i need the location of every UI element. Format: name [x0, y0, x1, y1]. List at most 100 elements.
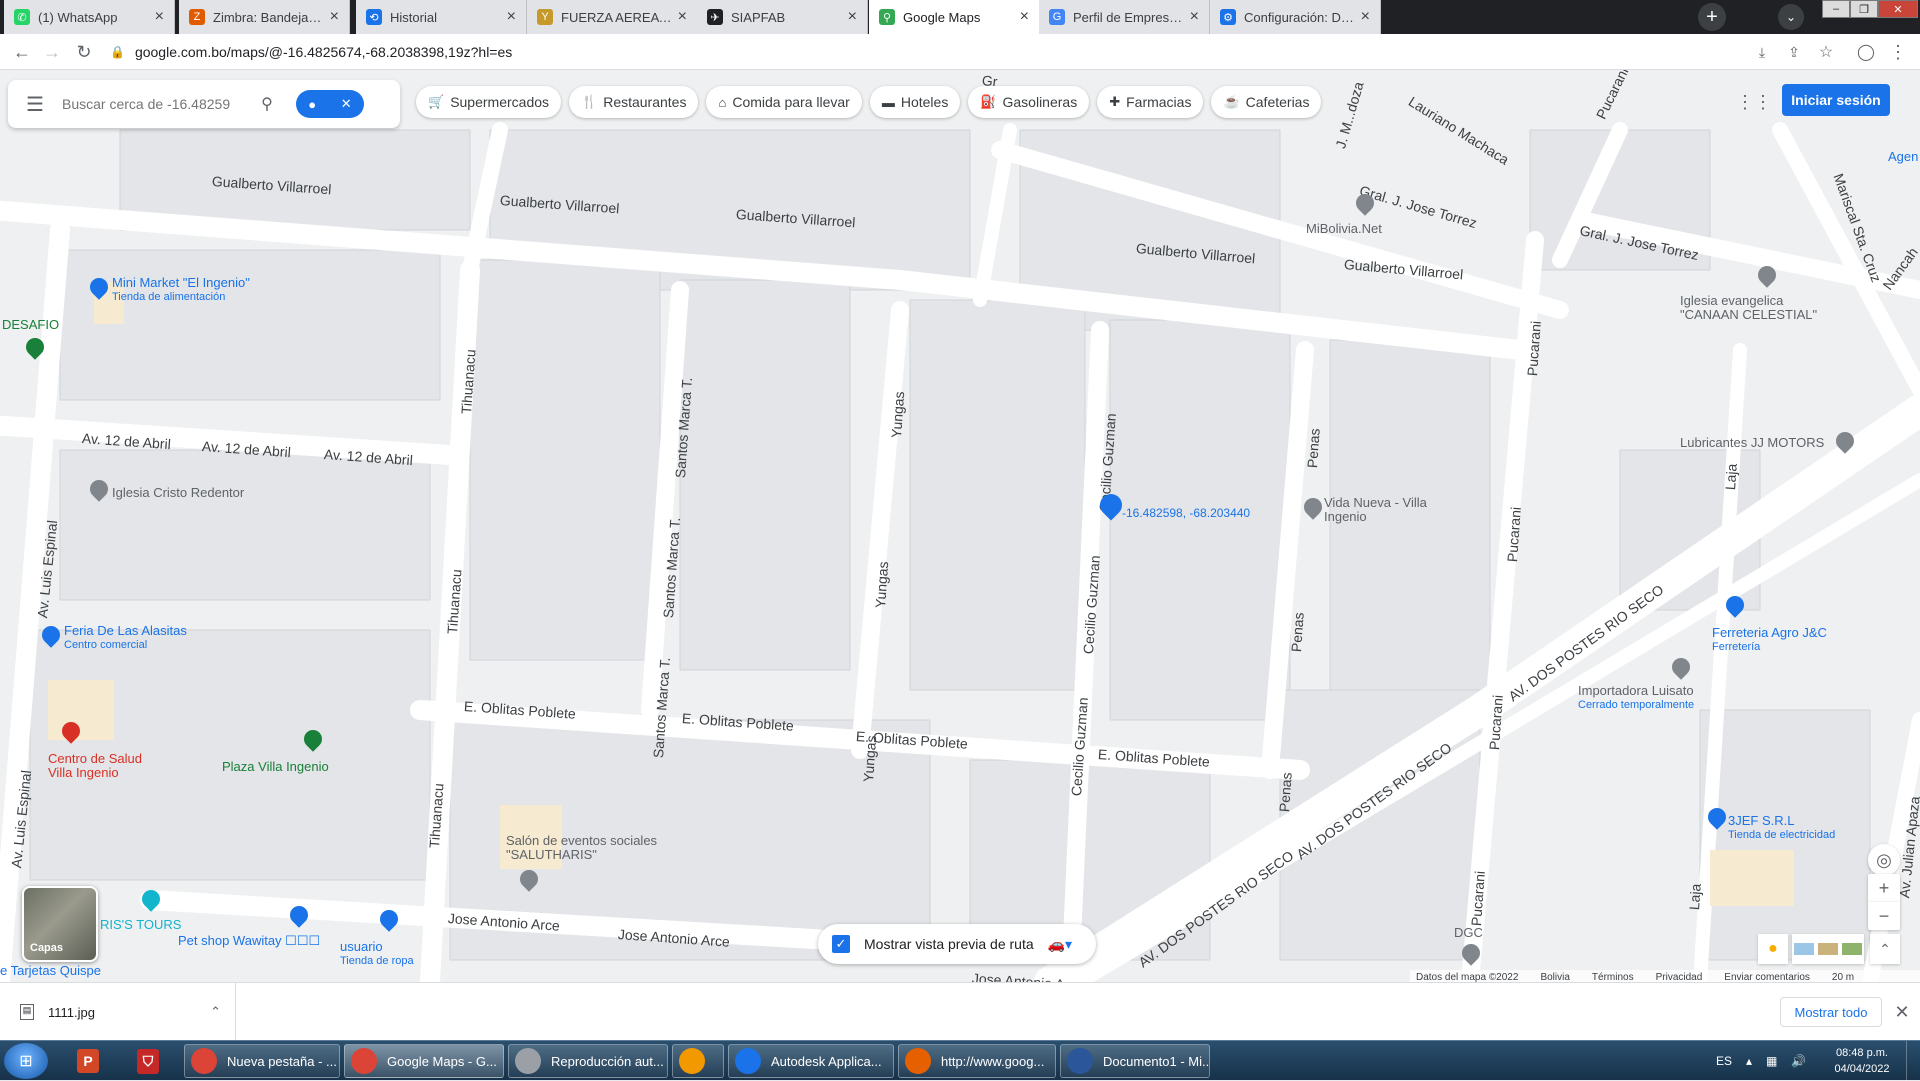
poi-mibolivia[interactable]: MiBolivia.Net — [1306, 222, 1382, 236]
poi-lubricantes[interactable]: Lubricantes JJ MOTORS — [1680, 436, 1824, 450]
route-preview-toggle[interactable]: ✓ Mostrar vista previa de ruta 🚗▾ — [818, 924, 1096, 964]
taskbar-button[interactable]: Autodesk Applica... — [728, 1044, 894, 1078]
car-icon[interactable]: 🚗▾ — [1048, 936, 1072, 953]
poi-iglesia-evangelica[interactable]: Iglesia evangelica "CANAAN CELESTIAL" — [1680, 294, 1830, 322]
browser-tab[interactable]: Z Zimbra: Bandeja de entrada × — [179, 0, 350, 34]
taskbar-button[interactable] — [672, 1044, 724, 1078]
poi-importadora[interactable]: Importadora Luisato Cerrado temporalmente — [1578, 684, 1694, 712]
expand-icon[interactable]: ⌃ — [1870, 934, 1900, 964]
browser-tab[interactable]: ⚙ Configuración: Direcciones × — [1210, 0, 1381, 34]
tab-close-icon[interactable]: × — [1020, 8, 1029, 26]
search-icon[interactable]: ⚲ — [252, 94, 282, 114]
pin-chip[interactable]: ● ✕ — [296, 90, 364, 118]
taskbar-button[interactable]: Google Maps - G... — [344, 1044, 504, 1078]
poi-mini-market[interactable]: Mini Market "El Ingenio" Tienda de alimen… — [112, 276, 250, 304]
clock[interactable]: 08:48 p.m. 04/04/2022 — [1832, 1045, 1892, 1077]
reload-icon[interactable]: ↻ — [70, 38, 98, 66]
browser-tab[interactable]: ⟲ Historial × — [356, 0, 527, 34]
taskbar-button[interactable]: http://www.goog... — [898, 1044, 1056, 1078]
tab-close-icon[interactable]: × — [1190, 8, 1199, 26]
map-footer-item[interactable]: Términos — [1592, 972, 1634, 983]
tab-close-icon[interactable]: × — [1361, 8, 1370, 26]
satellite-thumbnail[interactable] — [1794, 943, 1814, 955]
poi-usuario[interactable]: usuario Tienda de ropa — [340, 940, 414, 968]
taskbar-button[interactable]: Reproducción aut... — [508, 1044, 668, 1078]
poi-ferreteria[interactable]: Ferreteria Agro J&C Ferretería — [1712, 626, 1827, 654]
browser-tab[interactable]: ✈ SIAPFAB × — [697, 0, 868, 34]
google-apps-grid-icon[interactable]: ⋮⋮ — [1736, 88, 1772, 116]
layers-button[interactable]: Capas — [22, 886, 98, 962]
install-app-icon[interactable]: ⤓ — [1748, 38, 1776, 66]
taskbar-button[interactable]: Nueva pestaña - ... — [184, 1044, 340, 1078]
minimize-button[interactable]: – — [1822, 0, 1850, 18]
browser-tab[interactable]: ⚲ Google Maps × — [869, 0, 1040, 34]
tray-overflow-icon[interactable]: ▴ — [1746, 1054, 1752, 1068]
chip-gas-pump[interactable]: ⛽ Gasolineras — [968, 86, 1090, 118]
browser-tab[interactable]: G Perfil de Empresa en Google × — [1039, 0, 1210, 34]
maximize-button[interactable]: ❐ — [1850, 0, 1878, 18]
poi-agen[interactable]: Agen — [1888, 150, 1918, 164]
tab-close-icon[interactable]: × — [678, 8, 687, 26]
taskbar-button[interactable]: Documento1 - Mi... — [1060, 1044, 1210, 1078]
chip-coffee-cup[interactable]: ☕ Cafeterias — [1211, 86, 1322, 118]
chip-pharmacy[interactable]: ✚ Farmacias — [1097, 86, 1204, 118]
new-tab-button[interactable]: + — [1698, 3, 1726, 31]
browser-tab[interactable]: ✆ (1) WhatsApp × — [4, 0, 175, 34]
profile-avatar-icon[interactable]: ◯ — [1852, 38, 1880, 66]
close-icon[interactable]: ✕ — [341, 96, 352, 112]
zoom-out-button[interactable]: − — [1868, 902, 1900, 930]
poi-3jef[interactable]: 3JEF S.R.L Tienda de electricidad — [1728, 814, 1835, 842]
poi-tours[interactable]: RIS'S TOURS — [100, 918, 181, 932]
tab-search-button[interactable]: ⌄ — [1778, 4, 1804, 30]
show-desktop-button[interactable] — [1906, 1041, 1920, 1081]
start-button[interactable]: ⊞ — [4, 1043, 48, 1079]
bookmark-star-icon[interactable]: ☆ — [1812, 38, 1840, 66]
close-window-button[interactable]: ✕ — [1878, 0, 1918, 18]
forward-arrow-icon[interactable]: → — [38, 38, 66, 66]
poi-feria-alasitas[interactable]: Feria De Las Alasitas Centro comercial — [64, 624, 187, 652]
my-location-icon[interactable]: ◎ — [1868, 844, 1900, 876]
tab-close-icon[interactable]: × — [330, 8, 339, 26]
tab-close-icon[interactable]: × — [155, 8, 164, 26]
map-type-thumbnails[interactable] — [1792, 934, 1864, 964]
poi-vida-nueva[interactable]: Vida Nueva - Villa Ingenio — [1324, 496, 1434, 524]
terrain-thumbnail[interactable] — [1818, 943, 1838, 955]
chip-cart[interactable]: 🛒 Supermercados — [416, 86, 562, 118]
back-arrow-icon[interactable]: ← — [8, 38, 36, 66]
language-indicator[interactable]: ES — [1716, 1054, 1732, 1068]
browser-menu-icon[interactable]: ⋮ — [1884, 38, 1912, 66]
map-footer-item[interactable]: Bolivia — [1540, 972, 1569, 983]
checkbox-checked-icon[interactable]: ✓ — [832, 935, 850, 953]
network-icon[interactable]: ▦ — [1766, 1054, 1777, 1068]
chip-takeout[interactable]: ⌂ Comida para llevar — [706, 86, 862, 118]
hamburger-menu-icon[interactable]: ☰ — [8, 80, 62, 128]
map-footer-item[interactable]: Enviar comentarios — [1724, 972, 1810, 983]
close-icon[interactable]: ✕ — [1890, 997, 1914, 1027]
pegman-icon[interactable]: ● — [1758, 934, 1788, 964]
volume-icon[interactable]: 🔊 — [1791, 1054, 1806, 1068]
chevron-up-icon[interactable]: ⌃ — [210, 1004, 221, 1020]
shield-icon[interactable]: ⛉ — [124, 1044, 172, 1078]
address-bar[interactable]: 🔒 google.com.bo/maps/@-16.4825674,-68.20… — [110, 38, 1750, 66]
browser-tab[interactable]: Y FUERZA AEREA BOLIVIANA × — [527, 0, 698, 34]
map-canvas[interactable]: Gualberto Villarroel Gualberto Villarroe… — [0, 70, 1920, 982]
zoom-in-button[interactable]: + — [1868, 874, 1900, 902]
street-view-thumbnail[interactable] — [1842, 943, 1862, 955]
sign-in-button[interactable]: Iniciar sesión — [1782, 84, 1890, 116]
tab-close-icon[interactable]: × — [848, 8, 857, 26]
search-input[interactable] — [62, 96, 252, 112]
poi-salon[interactable]: Salón de eventos sociales "SALUTHARIS" — [506, 834, 666, 862]
download-item[interactable]: ▤ 1111.jpg ⌃ — [0, 983, 236, 1041]
chip-bed[interactable]: ▬ Hoteles — [869, 86, 961, 118]
poi-desafio[interactable]: DESAFIO — [2, 318, 59, 332]
poi-dgc[interactable]: DGC — [1454, 926, 1483, 940]
chip-fork-knife[interactable]: 🍴 Restaurantes — [569, 86, 699, 118]
poi-centro-salud[interactable]: Centro de Salud Villa Ingenio — [48, 752, 158, 780]
share-icon[interactable]: ⇪ — [1780, 38, 1808, 66]
show-all-button[interactable]: Mostrar todo — [1780, 997, 1882, 1027]
powerpoint-icon[interactable]: P — [64, 1044, 112, 1078]
poi-iglesia-cristo[interactable]: Iglesia Cristo Redentor — [112, 486, 244, 500]
tab-close-icon[interactable]: × — [507, 8, 516, 26]
poi-plaza[interactable]: Plaza Villa Ingenio — [222, 760, 329, 774]
map-footer-item[interactable]: 20 m — [1832, 972, 1854, 983]
